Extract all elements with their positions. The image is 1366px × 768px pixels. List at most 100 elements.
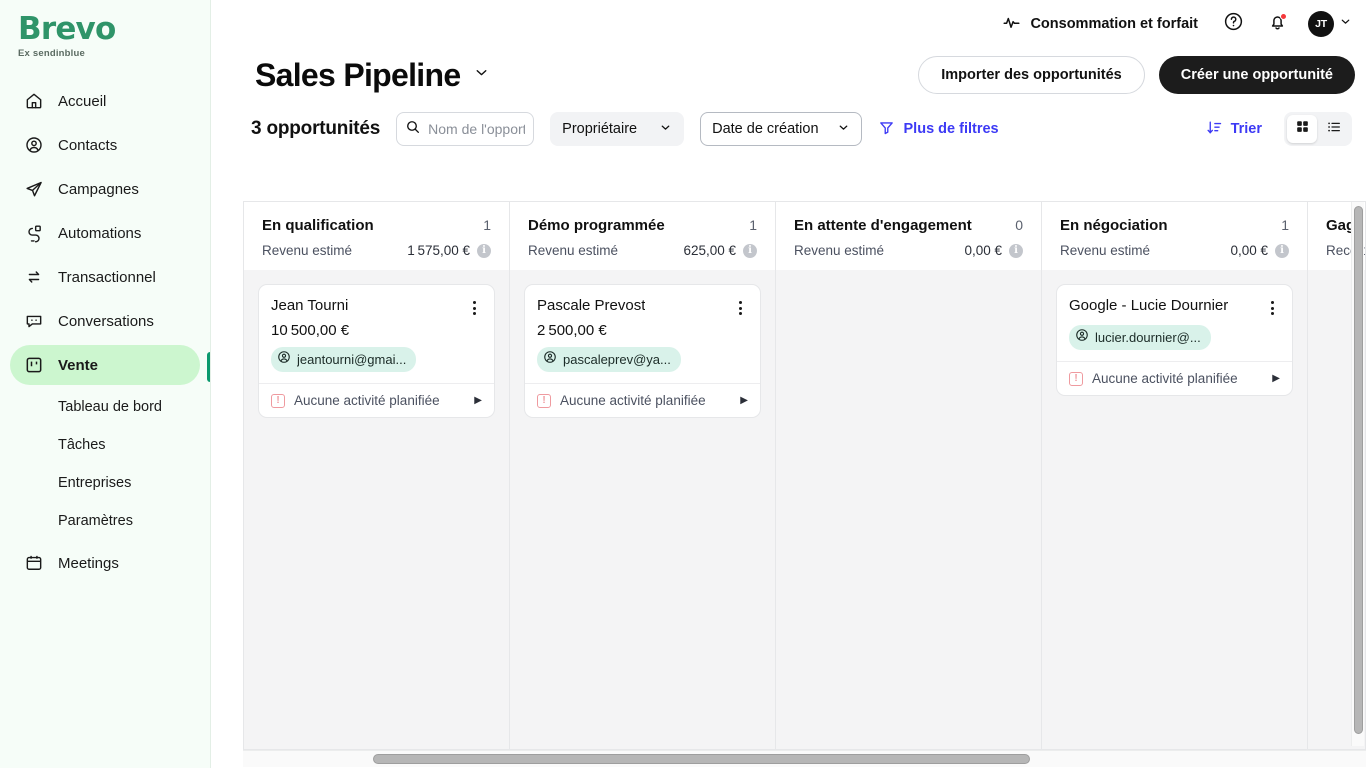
sidebar-item-label: Contacts xyxy=(58,136,118,154)
sidebar-item-vente[interactable]: Vente xyxy=(10,345,200,385)
kanban-board: En qualification 1 Revenu estimé 1 575,0… xyxy=(243,201,1366,750)
help-circle-icon xyxy=(1223,11,1244,37)
column-header: Démo programmée 1 Revenu estimé 625,00 €… xyxy=(510,202,775,270)
home-icon xyxy=(24,91,44,111)
list-view-button[interactable] xyxy=(1319,115,1349,143)
user-circle-icon xyxy=(24,135,44,155)
app-root: Brevo Ex sendinblue Accueil Contacts Cam… xyxy=(0,0,1366,768)
deal-title: Pascale Prevost xyxy=(537,297,646,314)
sidebar-item-label: Accueil xyxy=(58,92,107,110)
sort-icon xyxy=(1206,119,1223,140)
sidebar-subitem-taches[interactable]: Tâches xyxy=(10,427,200,463)
create-deal-button[interactable]: Créer une opportunité xyxy=(1158,56,1355,94)
kanban-column-en-attente-dengagement: En attente d'engagement 0 Revenu estimé … xyxy=(776,202,1042,749)
sidebar-item-accueil[interactable]: Accueil xyxy=(10,81,200,121)
column-revenue-label: Revenu estimé xyxy=(1060,243,1151,258)
grid-view-button[interactable] xyxy=(1287,115,1317,143)
chevron-right-icon: ▶ xyxy=(740,395,748,406)
sidebar-item-label: Automations xyxy=(58,224,142,242)
search-box[interactable] xyxy=(396,112,535,146)
chat-bubble-icon xyxy=(24,311,44,331)
deal-card[interactable]: Google - Lucie Dournier lucier.dournier@… xyxy=(1056,284,1293,396)
column-body[interactable]: Pascale Prevost 2 500,00 € pascaleprev@y… xyxy=(510,270,775,749)
deal-title: Google - Lucie Dournier xyxy=(1069,297,1229,314)
deal-contact-email: pascaleprev@ya... xyxy=(563,352,671,367)
column-header: En attente d'engagement 0 Revenu estimé … xyxy=(776,202,1041,270)
brand-tagline: Ex sendinblue xyxy=(18,48,86,59)
calendar-icon xyxy=(24,553,44,573)
warning-icon: ! xyxy=(271,393,285,408)
deal-menu-button[interactable] xyxy=(466,299,482,317)
sidebar-item-automations[interactable]: Automations xyxy=(10,213,200,253)
column-name: En négociation xyxy=(1060,217,1168,234)
deal-count-label: 3 opportunités xyxy=(251,118,381,139)
user-circle-icon xyxy=(543,350,557,369)
search-input[interactable] xyxy=(428,121,526,137)
deal-activity-row[interactable]: ! Aucune activité planifiée ▶ xyxy=(1057,361,1292,395)
deal-contact-chip[interactable]: lucier.dournier@... xyxy=(1069,325,1211,350)
pipeline-selector[interactable]: Sales Pipeline xyxy=(255,57,490,94)
list-view-icon xyxy=(1326,119,1342,140)
deal-card[interactable]: Jean Tourni 10 500,00 € jeantourni@gmai.… xyxy=(258,284,495,418)
column-body[interactable]: Jean Tourni 10 500,00 € jeantourni@gmai.… xyxy=(244,270,509,749)
notification-badge xyxy=(1280,13,1287,20)
usage-and-plan-button[interactable]: Consommation et forfait xyxy=(994,7,1206,42)
sidebar-item-transactionnel[interactable]: Transactionnel xyxy=(10,257,200,297)
kanban-columns: En qualification 1 Revenu estimé 1 575,0… xyxy=(244,202,1365,749)
sidebar-item-meetings[interactable]: Meetings xyxy=(10,543,200,583)
vertical-scrollbar-thumb[interactable] xyxy=(1354,206,1363,734)
deal-contact-chip[interactable]: jeantourni@gmai... xyxy=(271,347,417,372)
sidebar-item-contacts[interactable]: Contacts xyxy=(10,125,200,165)
filter-owner[interactable]: Propriétaire xyxy=(550,112,685,146)
page-header: Sales Pipeline Importer des opportunités… xyxy=(211,48,1366,94)
sidebar: Brevo Ex sendinblue Accueil Contacts Cam… xyxy=(0,0,211,768)
sidebar-nav: Accueil Contacts Campagnes Automations T… xyxy=(0,81,210,583)
column-revenue-value: 1 575,00 € xyxy=(407,243,470,258)
info-icon[interactable]: i xyxy=(1275,243,1289,258)
info-icon[interactable]: i xyxy=(477,243,491,258)
sidebar-item-conversations[interactable]: Conversations xyxy=(10,301,200,341)
column-count: 1 xyxy=(1281,217,1289,233)
search-icon xyxy=(405,119,421,140)
account-menu-button[interactable]: JT xyxy=(1308,11,1352,37)
sidebar-subitem-tableau-de-bord[interactable]: Tableau de bord xyxy=(10,389,200,425)
sort-button[interactable]: Trier xyxy=(1206,119,1262,140)
column-revenue-label: Revenu estimé xyxy=(262,243,353,258)
sidebar-subitem-label: Tâches xyxy=(58,437,106,453)
kanban-column-en-negociation: En négociation 1 Revenu estimé 0,00 € i xyxy=(1042,202,1308,749)
deal-menu-button[interactable] xyxy=(732,299,748,317)
board-horizontal-scrollbar[interactable] xyxy=(243,750,1366,767)
more-filters-button[interactable]: Plus de filtres xyxy=(878,119,999,140)
sidebar-subitem-entreprises[interactable]: Entreprises xyxy=(10,465,200,501)
horizontal-scrollbar-thumb[interactable] xyxy=(373,754,1030,764)
deal-activity-label: Aucune activité planifiée xyxy=(294,393,440,408)
deal-card[interactable]: Pascale Prevost 2 500,00 € pascaleprev@y… xyxy=(524,284,761,418)
deal-contact-chip[interactable]: pascaleprev@ya... xyxy=(537,347,681,372)
notifications-button[interactable] xyxy=(1260,7,1294,41)
brand-logo[interactable]: Brevo Ex sendinblue xyxy=(0,8,210,60)
help-button[interactable] xyxy=(1216,7,1250,41)
column-revenue-value: 0,00 € xyxy=(964,243,1002,258)
column-header: En négociation 1 Revenu estimé 0,00 € i xyxy=(1042,202,1307,270)
page-title: Sales Pipeline xyxy=(255,56,461,93)
board-vertical-scrollbar[interactable] xyxy=(1351,202,1364,746)
deal-activity-row[interactable]: ! Aucune activité planifiée ▶ xyxy=(259,383,494,417)
info-icon[interactable]: i xyxy=(1009,243,1023,258)
sidebar-subitem-label: Tableau de bord xyxy=(58,399,162,415)
sidebar-item-campagnes[interactable]: Campagnes xyxy=(10,169,200,209)
column-body[interactable] xyxy=(776,270,1041,749)
sort-label: Trier xyxy=(1230,121,1262,137)
column-body[interactable]: Google - Lucie Dournier lucier.dournier@… xyxy=(1042,270,1307,749)
deal-activity-row[interactable]: ! Aucune activité planifiée ▶ xyxy=(525,383,760,417)
deal-activity-label: Aucune activité planifiée xyxy=(1092,371,1238,386)
column-name: Démo programmée xyxy=(528,217,665,234)
sidebar-subitem-parametres[interactable]: Paramètres xyxy=(10,503,200,539)
info-icon[interactable]: i xyxy=(743,243,757,258)
funnel-icon xyxy=(878,119,895,140)
import-deals-button[interactable]: Importer des opportunités xyxy=(918,56,1145,94)
deal-menu-button[interactable] xyxy=(1264,299,1280,317)
filter-creation-date[interactable]: Date de création xyxy=(700,112,862,146)
main-content: Consommation et forfait JT Sales Pipelin… xyxy=(211,0,1366,768)
filter-creation-date-label: Date de création xyxy=(712,121,819,137)
usage-and-plan-label: Consommation et forfait xyxy=(1030,16,1198,32)
